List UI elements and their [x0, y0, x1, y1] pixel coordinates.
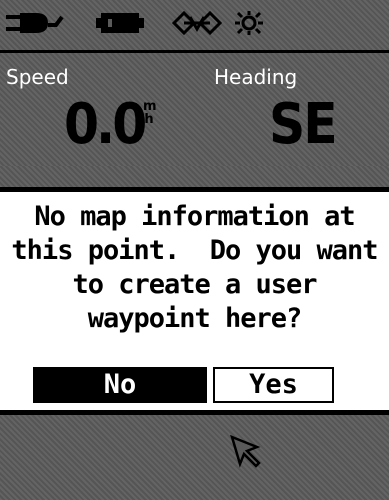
heading-label: Heading — [214, 65, 298, 89]
dialog-line: this point. Do you want — [11, 235, 378, 266]
map-strip — [0, 166, 389, 190]
satellite-signal-icon — [172, 10, 222, 36]
speed-label: Speed — [6, 65, 69, 89]
arrow-pointer-icon — [229, 434, 263, 472]
gps-screen: Speed Heading 0.0 m h SE No map informat… — [0, 0, 389, 500]
battery-icon — [96, 10, 144, 36]
dialog-line: No map information at — [34, 201, 355, 232]
dialog-message: No map information at this point. Do you… — [0, 200, 389, 336]
speed-unit: m h — [143, 100, 157, 127]
heading-value: SE — [269, 92, 338, 157]
status-bar — [0, 0, 389, 53]
dialog-line: to create a user — [72, 269, 317, 300]
speed-value: 0.0 — [64, 92, 147, 157]
power-plug-icon — [6, 10, 64, 36]
dialog-line: waypoint here? — [87, 303, 303, 334]
map-area[interactable] — [0, 412, 389, 500]
no-button[interactable]: No — [33, 367, 207, 403]
speed-unit-bottom: h — [144, 112, 154, 127]
backlight-sun-icon — [232, 10, 266, 36]
yes-button[interactable]: Yes — [213, 367, 334, 403]
